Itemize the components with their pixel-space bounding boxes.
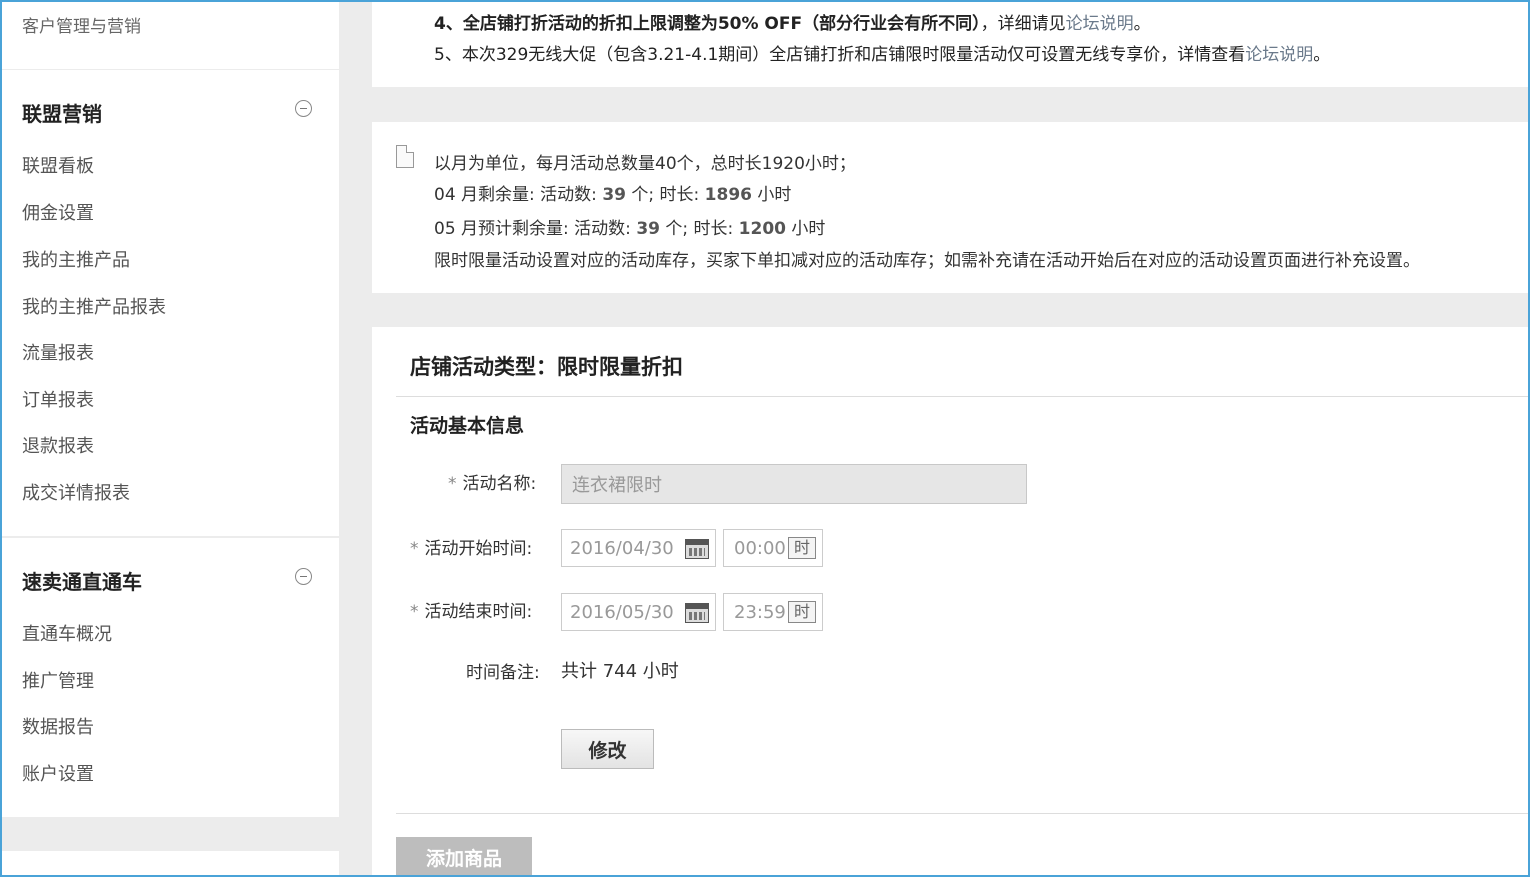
sidebar-group-p4p: 速卖通直通车 直通车概况 推广管理 数据报告 账户设置	[2, 538, 339, 817]
collapse-icon[interactable]	[295, 100, 312, 117]
sidebar: 客户管理与营销 联盟营销 联盟看板 佣金设置 我的主推产品 我的主推产品报表 流…	[2, 0, 339, 877]
sidebar-item-data-report[interactable]: 数据报告	[22, 713, 94, 739]
sidebar-item-customer-marketing[interactable]: 客户管理与营销	[22, 12, 141, 37]
quota-note: 限时限量活动设置对应的活动库存，买家下单扣减对应的活动库存；如需补充请在活动开始…	[434, 251, 1420, 271]
end-time-label-text: 活动结束时间:	[424, 602, 533, 622]
sidebar-item-affiliate-dashboard[interactable]: 联盟看板	[22, 152, 94, 178]
sidebar-group-title-affiliate[interactable]: 联盟营销	[22, 98, 102, 127]
activity-name-input	[561, 464, 1027, 504]
required-mark: *	[448, 474, 457, 494]
notice-5-text: 5、本次329无线大促（包含3.21-4.1期间）全店铺打折和店铺限时限量活动仅…	[434, 45, 1246, 65]
sidebar-item-traffic-report[interactable]: 流量报表	[22, 339, 94, 365]
start-time-label-text: 活动开始时间:	[424, 539, 533, 559]
activity-form-panel: 店铺活动类型：限时限量折扣 活动基本信息 *活动名称: *活动开始时间: 201…	[372, 327, 1530, 877]
sidebar-block-customer: 客户管理与营销	[2, 0, 339, 69]
notice-5-end: 。	[1313, 45, 1331, 65]
end-date-input[interactable]: 2016/05/30	[561, 593, 716, 631]
end-date-value: 2016/05/30	[570, 602, 674, 623]
quota-april: 04 月剩余量: 活动数: 39 个; 时长: 1896 小时	[434, 180, 791, 205]
sidebar-item-main-products-report[interactable]: 我的主推产品报表	[22, 293, 166, 319]
quota-may-prefix: 05 月预计剩余量: 活动数:	[434, 219, 637, 239]
duration-label: 时间备注:	[466, 663, 540, 683]
start-date-input[interactable]: 2016/04/30	[561, 529, 716, 567]
end-time-value: 23:59	[734, 602, 786, 623]
sidebar-item-main-products[interactable]: 我的主推产品	[22, 246, 130, 272]
quota-april-mid: 个; 时长:	[625, 185, 705, 205]
notice-4-text: ，详细请见	[980, 14, 1066, 34]
sidebar-block-next	[2, 851, 339, 877]
page-title: 店铺活动类型：限时限量折扣	[410, 355, 683, 379]
clock-icon[interactable]: 时	[788, 537, 816, 559]
quota-may-suffix: 小时	[785, 219, 826, 239]
collapse-icon[interactable]	[295, 568, 312, 585]
modify-button[interactable]: 修改	[561, 729, 654, 769]
end-time-label: * 活动结束时间:	[410, 597, 532, 622]
sidebar-item-p4p-overview[interactable]: 直通车概况	[22, 620, 112, 646]
quota-may: 05 月预计剩余量: 活动数: 39 个; 时长: 1200 小时	[434, 214, 825, 239]
document-icon	[396, 145, 414, 168]
required-mark: *	[410, 539, 419, 559]
required-mark: *	[410, 602, 419, 622]
divider	[396, 396, 1530, 397]
activity-name-label-text: 活动名称:	[462, 474, 537, 494]
notice-4-end: 。	[1133, 14, 1151, 34]
quota-may-hours: 1200	[738, 219, 786, 239]
quota-april-count: 39	[602, 185, 626, 205]
clock-icon[interactable]: 时	[788, 601, 816, 623]
add-product-button[interactable]: 添加商品	[396, 837, 532, 877]
quota-panel: 以月为单位，每月活动总数量40个，总时长1920小时； 04 月剩余量: 活动数…	[372, 122, 1530, 293]
quota-may-count: 39	[636, 219, 660, 239]
notice-line-4: 4、全店铺打折活动的折扣上限调整为50% OFF（部分行业会有所不同），详细请见…	[434, 9, 1151, 34]
sidebar-item-order-report[interactable]: 订单报表	[22, 386, 94, 412]
duration-value: 共计 744 小时	[561, 661, 679, 682]
sidebar-group-title-p4p[interactable]: 速卖通直通车	[22, 566, 142, 595]
sidebar-item-transaction-report[interactable]: 成交详情报表	[22, 479, 130, 505]
end-time-input[interactable]: 23:59 时	[723, 593, 823, 631]
quota-april-hours: 1896	[704, 185, 752, 205]
sidebar-item-refund-report[interactable]: 退款报表	[22, 432, 94, 458]
section-title: 活动基本信息	[410, 415, 525, 437]
calendar-icon[interactable]	[685, 539, 709, 559]
sidebar-item-promotion-management[interactable]: 推广管理	[22, 667, 94, 693]
notice-line-5: 5、本次329无线大促（包含3.21-4.1期间）全店铺打折和店铺限时限量活动仅…	[434, 40, 1330, 65]
sidebar-group-affiliate: 联盟营销 联盟看板 佣金设置 我的主推产品 我的主推产品报表 流量报表 订单报表…	[2, 70, 339, 536]
quota-april-prefix: 04 月剩余量: 活动数:	[434, 185, 603, 205]
divider	[396, 813, 1530, 814]
activity-name-label: * 活动名称:	[448, 469, 536, 494]
forum-link[interactable]: 论坛说明	[1245, 45, 1313, 65]
start-time-label: * 活动开始时间:	[410, 534, 532, 559]
start-date-value: 2016/04/30	[570, 538, 674, 559]
start-time-value: 00:00	[734, 538, 786, 559]
sidebar-item-account-settings[interactable]: 账户设置	[22, 760, 94, 786]
forum-link[interactable]: 论坛说明	[1066, 14, 1134, 34]
notice-4-bold: 4、全店铺打折活动的折扣上限调整为50% OFF（部分行业会有所不同）	[434, 14, 981, 34]
notice-panel: 4、全店铺打折活动的折扣上限调整为50% OFF（部分行业会有所不同），详细请见…	[372, 0, 1530, 87]
start-time-input[interactable]: 00:00 时	[723, 529, 823, 567]
quota-april-suffix: 小时	[751, 185, 792, 205]
quota-intro: 以月为单位，每月活动总数量40个，总时长1920小时；	[434, 154, 856, 174]
quota-may-mid: 个; 时长:	[659, 219, 739, 239]
calendar-icon[interactable]	[685, 603, 709, 623]
sidebar-item-commission-settings[interactable]: 佣金设置	[22, 199, 94, 225]
